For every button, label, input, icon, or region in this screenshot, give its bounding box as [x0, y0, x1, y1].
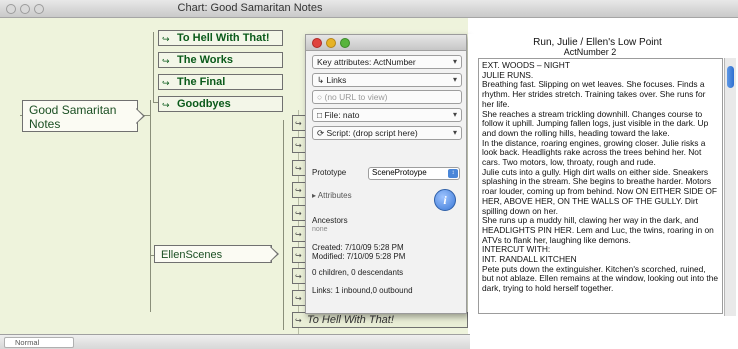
links-popup[interactable]: ↳ Links ▾ [312, 73, 462, 87]
text-editor[interactable]: EXT. WOODS – NIGHT JULIE RUNS. Breathing… [478, 58, 723, 314]
chevron-down-icon: ▾ [452, 57, 457, 66]
note-icon: ↪ [162, 34, 170, 44]
node-arrow-fill [136, 109, 143, 123]
connector-line [153, 32, 154, 102]
chevron-down-icon: ▾ [452, 110, 457, 119]
zoom-icon[interactable] [340, 38, 350, 48]
inspector-panel[interactable]: Key attributes: ActNumber ▾ ↳ Links ▾ ○ (n… [305, 34, 467, 314]
links-summary: Links: 1 inbound,0 outbound [312, 286, 413, 295]
key-attribute-line[interactable]: ActNumber 2 [520, 47, 660, 57]
text-paragraph: She reaches a stream trickling downhill.… [482, 108, 709, 138]
text-paragraph: She runs up a muddy hill, clawing her wa… [482, 215, 714, 245]
note-the-final[interactable]: ↪ The Final [158, 74, 283, 90]
connector-line [150, 100, 151, 312]
note-icon: ↪ [162, 78, 170, 88]
note-the-works[interactable]: ↪ The Works [158, 52, 283, 68]
file-icon: □ [317, 110, 325, 120]
script-popup[interactable]: ⟳ Script: (drop script here) ▾ [312, 126, 462, 140]
root-node[interactable]: Good Samaritan Notes [22, 100, 138, 132]
ancestors-value: none [312, 226, 328, 233]
zoom-select[interactable]: Normal [4, 337, 74, 348]
note-icon: ↪ [162, 100, 170, 110]
note-icon: ↪ [162, 56, 170, 66]
bottom-bar: Normal [0, 334, 470, 349]
prototype-select[interactable]: SceneProtoype ↕ [368, 167, 460, 180]
connector-line [283, 120, 284, 330]
text-paragraph: Breathing fast. Slipping on wet leaves. … [482, 79, 706, 109]
text-paragraph: Julie cuts into a gully. High dirt walls… [482, 166, 718, 216]
chevron-down-icon: ▾ [452, 128, 457, 137]
prototype-label: Prototype [312, 168, 347, 177]
created-date: Created: 7/10/09 5:28 PM [312, 243, 404, 252]
scrollbar-thumb[interactable] [727, 66, 734, 88]
attributes-disclosure[interactable]: ▸ Attributes [312, 191, 352, 200]
child-scene-tab-bottom[interactable]: ↪ To Hell With That! [292, 312, 468, 328]
close-icon[interactable] [312, 38, 322, 48]
info-icon[interactable]: i [434, 189, 456, 211]
ellen-scenes-node[interactable]: EllenScenes [154, 245, 272, 263]
minimize-icon[interactable] [326, 38, 336, 48]
note-to-hell-with-that[interactable]: ↪ To Hell With That! [158, 30, 283, 46]
url-field[interactable]: ○ (no URL to view) [312, 90, 462, 104]
children-count: 0 children, 0 descendants [312, 268, 404, 277]
stepper-icon: ↕ [448, 169, 458, 178]
chevron-down-icon: ▾ [452, 75, 457, 84]
note-goodbyes[interactable]: ↪ Goodbyes [158, 96, 283, 112]
inspector-title-bar[interactable] [306, 35, 466, 51]
text-paragraph: In the distance, roaring engines, growin… [482, 137, 706, 168]
text-paragraph: Pete puts down the extinguisher. Kitchen… [482, 263, 719, 294]
file-popup[interactable]: □ File: nato ▾ [312, 108, 462, 122]
window-title: Chart: Good Samaritan Notes [177, 2, 323, 14]
globe-icon: ○ [317, 92, 325, 102]
modified-date: Modified: 7/10/09 5:28 PM [312, 252, 406, 261]
ancestors-label: Ancestors [312, 216, 348, 225]
node-arrow-fill [270, 247, 277, 261]
key-attributes-popup[interactable]: Key attributes: ActNumber ▾ [312, 55, 462, 69]
vertical-scrollbar[interactable] [724, 58, 736, 316]
main-title-bar[interactable]: Chart: Good Samaritan Notes [0, 0, 738, 18]
